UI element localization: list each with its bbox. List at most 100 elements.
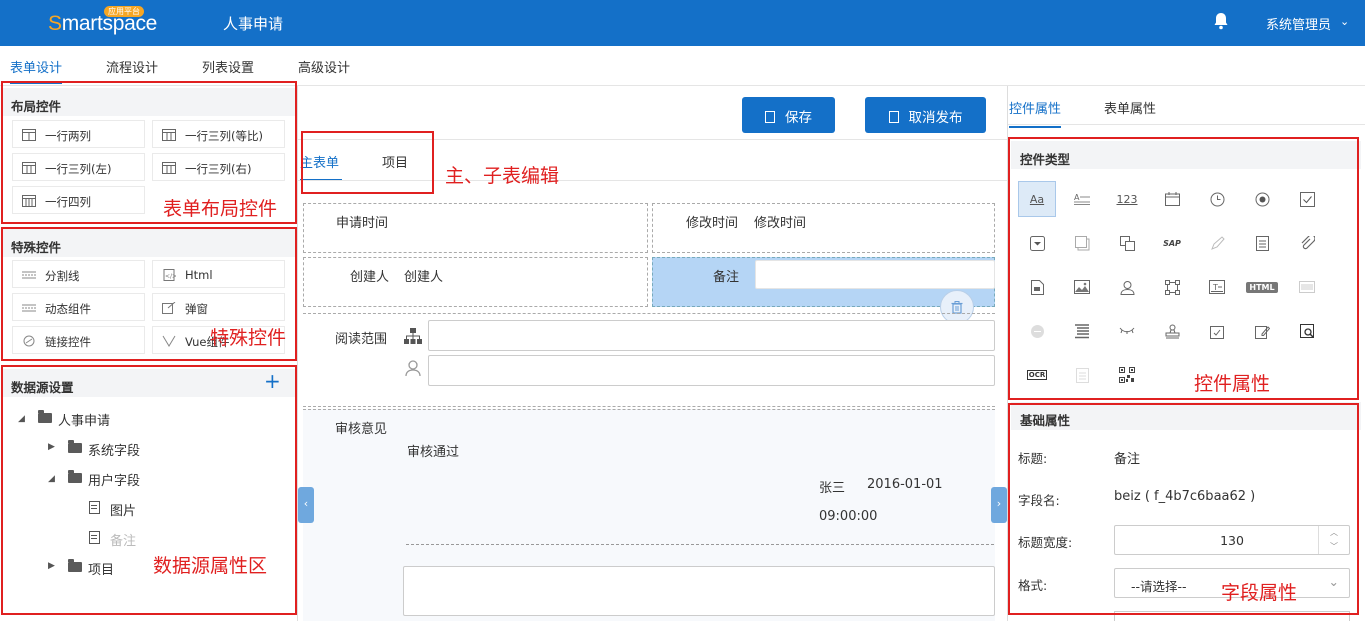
expand-icon[interactable]: ▶ [48, 442, 55, 452]
attach-icon[interactable] [1288, 225, 1326, 261]
qrcode-icon[interactable] [1108, 357, 1146, 393]
expand-icon[interactable]: ▶ [48, 561, 55, 571]
person-icon[interactable] [1108, 269, 1146, 305]
flow-icon[interactable] [1153, 269, 1191, 305]
read-scope-person-input[interactable] [428, 355, 995, 386]
org-icon[interactable] [403, 327, 423, 345]
sap-icon[interactable]: SAP [1153, 225, 1191, 261]
tree-system-fields[interactable]: 系统字段 [88, 440, 140, 459]
tab-form-design[interactable]: 表单设计 [10, 57, 63, 84]
review-textarea[interactable] [403, 566, 995, 616]
left-panel: 布局控件 一行两列 一行三列(等比) 一行三列(左) 一行三列(右) 一行四列 … [0, 86, 298, 621]
note-input[interactable] [755, 260, 995, 289]
ctrl-html[interactable]: </> Html [152, 260, 285, 288]
eye-icon[interactable] [1108, 313, 1146, 349]
tab-list-settings[interactable]: 列表设置 [202, 57, 254, 76]
review-value: 审核通过 [407, 445, 460, 460]
ctrl-popup[interactable]: 弹窗 [152, 293, 285, 321]
layout-1row-2col[interactable]: 一行两列 [12, 120, 145, 148]
user-menu[interactable]: 系统管理员 [1266, 14, 1331, 33]
time-icon[interactable] [1198, 181, 1236, 217]
read-scope-org-input[interactable] [428, 320, 995, 351]
review-label: 审核意见 [335, 422, 388, 437]
pen-icon[interactable] [1198, 225, 1236, 261]
tree-project[interactable]: 项目 [88, 559, 114, 578]
list-icon[interactable] [1063, 313, 1101, 349]
note-label: 备注 [713, 270, 740, 285]
layout-1row-3col-right[interactable]: 一行三列(右) [152, 153, 285, 181]
layout-1row-3col-equal[interactable]: 一行三列(等比) [152, 120, 285, 148]
format-label: 格式: [1018, 578, 1048, 593]
page-icon[interactable] [1063, 357, 1101, 393]
number-icon[interactable]: 123 [1108, 181, 1146, 217]
field-doc-icon [89, 501, 100, 514]
title-attr-value[interactable]: 备注 [1114, 448, 1140, 467]
html-icon[interactable]: HTML [1243, 269, 1281, 305]
ctrl-dynamic[interactable]: 动态组件 [12, 293, 145, 321]
tab-advanced-design[interactable]: 高级设计 [298, 57, 350, 76]
tab-flow-design[interactable]: 流程设计 [106, 57, 158, 76]
copy-icon[interactable] [1108, 225, 1146, 261]
tree-user-fields[interactable]: 用户字段 [88, 470, 140, 489]
check-doc-icon[interactable] [1198, 313, 1236, 349]
person-icon[interactable] [404, 359, 422, 377]
layout-1row-3col-left[interactable]: 一行三列(左) [12, 153, 145, 181]
annotation-datasource: 数据源属性区 [153, 555, 268, 577]
annotation-special: 特殊控件 [210, 327, 287, 349]
tab-main-form[interactable]: 主表单 [300, 152, 342, 181]
bell-icon[interactable] [1213, 12, 1229, 30]
radio-icon[interactable] [1243, 181, 1281, 217]
select-icon[interactable] [1018, 225, 1056, 261]
stamp-icon[interactable] [1153, 313, 1191, 349]
ocr-icon[interactable]: OCR [1018, 357, 1056, 393]
field-name-label: 字段名: [1018, 493, 1060, 508]
checkbox-icon[interactable] [1288, 181, 1326, 217]
doc-icon [888, 111, 899, 123]
folder-icon [38, 410, 52, 423]
barcode-icon[interactable] [1288, 269, 1326, 305]
chevron-down-icon: ⌄ [1328, 574, 1339, 589]
next-field-input[interactable] [1114, 611, 1350, 621]
tab-project-subtable[interactable]: 项目 [382, 152, 408, 171]
textblock-icon[interactable]: T [1198, 269, 1236, 305]
number-stepper[interactable]: ︿ ﹀ [1318, 526, 1349, 554]
base-attr-header: 基础属性 [1011, 402, 1361, 430]
textarea-icon[interactable]: A [1063, 181, 1101, 217]
folder-icon [68, 470, 82, 483]
collapse-icon[interactable]: ◢ [48, 474, 55, 484]
search-doc-icon[interactable] [1288, 313, 1326, 349]
ctrl-link[interactable]: 链接控件 [12, 326, 145, 354]
chevron-down-icon[interactable]: ⌄ [1340, 15, 1349, 28]
date-icon[interactable] [1153, 181, 1191, 217]
ctrl-divider[interactable]: 分割线 [12, 260, 145, 288]
annotation-field-attr: 字段属性 [1221, 582, 1298, 604]
special-controls-header: 特殊控件 [2, 229, 296, 257]
table-icon [162, 162, 176, 174]
tree-field-note[interactable]: 备注 [110, 530, 136, 549]
collapse-right-handle[interactable]: › [991, 487, 1007, 523]
circle-icon[interactable] [1018, 313, 1056, 349]
collapse-left-handle[interactable]: ‹ [298, 487, 314, 523]
tree-root-renshi[interactable]: 人事申请 [58, 410, 110, 429]
text-icon[interactable]: Aa [1018, 181, 1056, 217]
collapse-icon[interactable]: ◢ [18, 414, 25, 424]
title-width-input[interactable]: 130 [1114, 525, 1350, 555]
field-name-value: beiz ( f_4b7c6baa62 ) [1114, 489, 1256, 504]
table-icon [22, 162, 36, 174]
doc-icon[interactable] [1243, 225, 1281, 261]
vue-icon [162, 335, 176, 347]
unpublish-button[interactable]: 取消发布 [865, 97, 986, 133]
layout-1row-4col[interactable]: 一行四列 [12, 186, 145, 214]
modify-time-value: 修改时间 [754, 216, 807, 231]
file-icon[interactable] [1018, 269, 1056, 305]
save-button[interactable]: 保存 [742, 97, 835, 133]
edit-doc-icon[interactable] [1243, 313, 1281, 349]
tab-form-attr[interactable]: 表单属性 [1104, 98, 1156, 117]
add-datasource-button[interactable]: + [264, 370, 281, 392]
multi-icon[interactable] [1063, 225, 1101, 261]
image-icon[interactable] [1063, 269, 1101, 305]
read-scope-label: 阅读范围 [335, 332, 388, 347]
tree-field-image[interactable]: 图片 [110, 500, 136, 519]
creator-label: 创建人 [350, 270, 390, 285]
trash-icon [951, 300, 963, 314]
